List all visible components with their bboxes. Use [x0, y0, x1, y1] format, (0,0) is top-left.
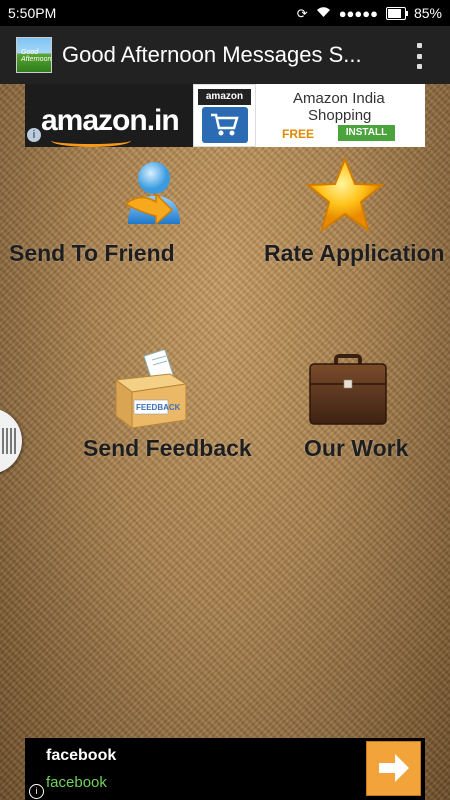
amazon-app-icon: amazon	[193, 84, 256, 147]
ad-title-facebook: facebook	[46, 747, 117, 764]
star-icon[interactable]	[304, 156, 386, 234]
ad-subtitle: Shopping	[308, 107, 372, 124]
ad-price: FREE	[282, 127, 315, 141]
status-time: 5:50PM	[8, 5, 57, 21]
overflow-menu-icon[interactable]	[416, 43, 422, 69]
battery-icon	[385, 6, 408, 20]
ad-info-icon[interactable]: i	[29, 784, 44, 799]
ad-title: Amazon India	[293, 90, 385, 107]
ad-subtitle-facebook: facebook	[46, 774, 107, 791]
svg-text:FEEDBACK: FEEDBACK	[136, 403, 181, 412]
amazon-logo-panel: amazon.in i	[25, 84, 193, 147]
amazon-app-icon-label: amazon	[198, 89, 251, 105]
facebook-banner-ad[interactable]: facebook facebook i	[25, 738, 425, 800]
app-icon[interactable]: Good Afternoon	[16, 37, 52, 73]
ad-info-icon[interactable]: i	[27, 128, 41, 142]
our-work-label[interactable]: Our Work	[304, 435, 408, 462]
amazon-smile-icon	[51, 134, 131, 147]
sync-icon: ⟳	[296, 5, 308, 21]
install-button[interactable]: INSTALL	[338, 125, 395, 141]
status-icons: ⟳ ●●●●● 85%	[297, 5, 442, 21]
app-title: Good Afternoon Messages S...	[62, 42, 362, 67]
cart-icon	[202, 107, 248, 143]
user-share-icon[interactable]	[120, 158, 186, 232]
rate-application-label[interactable]: Rate Application	[264, 240, 445, 267]
battery-percent: 85%	[413, 5, 442, 21]
arrow-right-icon[interactable]	[366, 741, 421, 796]
briefcase-icon[interactable]	[308, 354, 388, 426]
feedback-box-icon[interactable]: FEEDBACK	[112, 348, 190, 430]
action-bar: Good Afternoon Good Afternoon Messages S…	[0, 26, 450, 84]
wifi-icon	[316, 6, 331, 20]
send-to-friend-label[interactable]: Send To Friend	[9, 240, 175, 267]
status-bar: 5:50PM ⟳ ●●●●● 85%	[0, 0, 450, 26]
send-feedback-label[interactable]: Send Feedback	[83, 435, 252, 462]
amazon-wordmark: amazon.in	[41, 104, 180, 137]
signal-dots-icon: ●●●●●	[338, 5, 378, 21]
amazon-banner-ad[interactable]: amazon.in i amazon Amazon India Shopping…	[25, 84, 425, 147]
